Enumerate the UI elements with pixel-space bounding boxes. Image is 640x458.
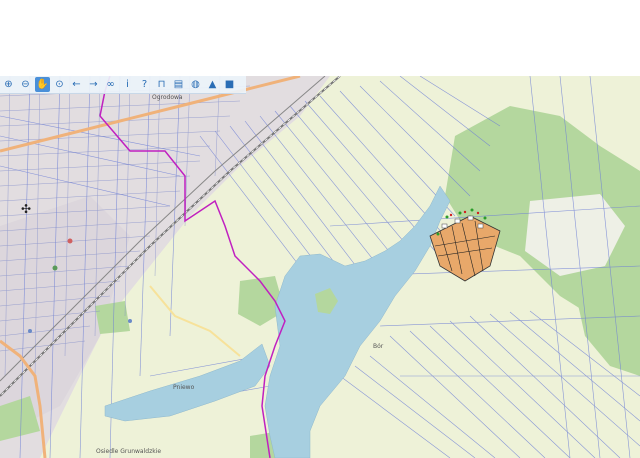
alert-icon[interactable]: ▲ [205, 77, 220, 92]
lake-label: Pniewo [173, 384, 195, 391]
query-icon[interactable]: ? [137, 77, 152, 92]
poi-marker [28, 329, 32, 333]
info-icon[interactable]: i [120, 77, 135, 92]
measure-icon[interactable]: ⊓ [154, 77, 169, 92]
forest-patch-3 [95, 301, 130, 334]
street-label: Ogrodowa [152, 94, 183, 101]
north-arrow-icon: ✣ [21, 202, 32, 216]
map-toolbar: ⊕ ⊖ ✋ ⊙ ← → ∞ i? ⊓ ▤ ◍ ▲ ■ [0, 76, 246, 94]
forward-arrow-icon[interactable]: → [86, 77, 101, 92]
poi-marker [52, 265, 58, 271]
map-viewer[interactable]: ⊕ ⊖ ✋ ⊙ ← → ∞ i? ⊓ ▤ ◍ ▲ ■ Ogrodowa Pniewo Bór Osied… [0, 76, 640, 458]
print-icon[interactable]: ▤ [171, 77, 186, 92]
poi-marker [128, 319, 132, 323]
village-label: Bór [373, 343, 384, 350]
blank-header-area [0, 0, 640, 76]
map-canvas[interactable] [0, 76, 640, 458]
district-label: Osiedle Grunwaldzkie [96, 448, 162, 455]
zoom-box-icon[interactable]: ⊙ [52, 77, 67, 92]
back-arrow-icon[interactable]: ← [69, 77, 84, 92]
poi-marker [67, 238, 73, 244]
link-icon[interactable]: ∞ [103, 77, 118, 92]
pan-hand-icon[interactable]: ✋ [35, 77, 50, 92]
camera-icon[interactable]: ■ [222, 77, 237, 92]
globe-icon[interactable]: ◍ [188, 77, 203, 92]
zoom-out-icon[interactable]: ⊖ [18, 77, 33, 92]
zoom-in-icon[interactable]: ⊕ [1, 77, 16, 92]
